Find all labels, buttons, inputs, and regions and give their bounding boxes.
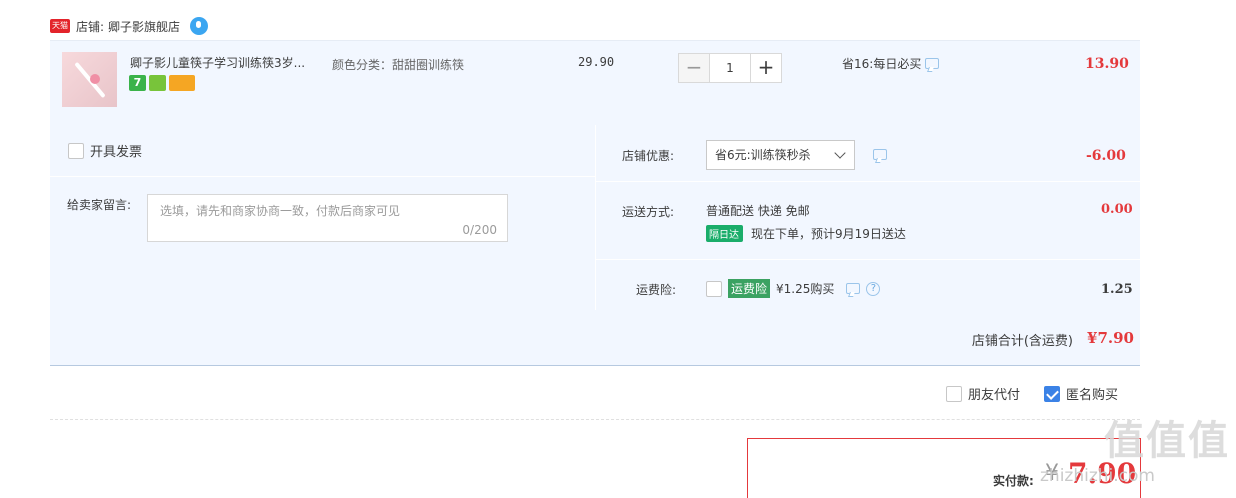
shield-icon	[149, 75, 166, 91]
insurance-option: 运费险 ¥1.25购买 ?	[706, 279, 881, 298]
friend-pay-option[interactable]: 朋友代付	[946, 384, 1020, 403]
quantity-minus-button[interactable]: −	[678, 53, 710, 83]
next-day-badge: 隔日达	[706, 225, 743, 242]
anonymous-checkbox[interactable]	[1044, 385, 1061, 402]
quantity-plus-button[interactable]: +	[750, 53, 782, 83]
insurance-price: ¥1.25购买	[776, 282, 835, 296]
coupon-label: 店铺优惠:	[622, 149, 675, 163]
invoice-label: 开具发票	[90, 145, 143, 160]
anonymous-option[interactable]: 匿名购买	[1044, 384, 1118, 403]
shipping-method: 普通配送 快递 免邮	[706, 204, 810, 218]
order-options-left: 开具发票 给卖家留言: 选填，请先和商家协商一致，付款后商家可见 0/200	[50, 125, 595, 310]
order-options-right: 店铺优惠: 省6元:训练筷秒杀 -6.00 运送方式: 普通配送 快递 免邮 隔…	[596, 125, 1140, 310]
seller-message-input[interactable]: 选填，请先和商家协商一致，付款后商家可见 0/200	[147, 194, 508, 242]
promo-text: 省16:每日必买	[842, 57, 922, 71]
unit-price: 29.90	[578, 55, 615, 69]
message-icon[interactable]	[846, 283, 861, 294]
seller-message-counter: 0/200	[462, 223, 497, 237]
anonymous-label: 匿名购买	[1066, 388, 1119, 403]
subtotal-label: 店铺合计(含运费)	[971, 334, 1073, 349]
chevron-down-icon	[834, 147, 846, 159]
friend-pay-label: 朋友代付	[968, 388, 1021, 403]
card-icon	[169, 75, 195, 91]
seller-message-placeholder: 选填，请先和商家协商一致，付款后商家可见	[160, 204, 401, 218]
seller-message-label: 给卖家留言:	[67, 198, 132, 212]
subtotal-value: ¥7.90	[1087, 329, 1134, 347]
watermark: 值值值	[1104, 418, 1230, 464]
watermark-url: zhizhizhi.com	[1040, 466, 1155, 486]
store-label: 店铺:	[76, 19, 105, 34]
store-name-link[interactable]: 卿子影旗舰店	[108, 18, 180, 35]
item-total: 13.90	[1085, 56, 1129, 72]
product-badges: 7	[129, 75, 195, 91]
divider	[596, 181, 1140, 182]
insurance-checkbox[interactable]	[706, 280, 722, 297]
product-title[interactable]: 卿子影儿童筷子学习训练筷3岁...	[130, 54, 325, 71]
coupon-value: -6.00	[1086, 148, 1126, 164]
message-icon[interactable]	[925, 58, 940, 69]
product-row: 卿子影儿童筷子学习训练筷3岁... 7 颜色分类：甜甜圈训练筷 29.90 − …	[50, 40, 1140, 125]
quantity-stepper: − 1 +	[678, 53, 782, 83]
friend-pay-checkbox[interactable]	[946, 385, 962, 402]
delivery-estimate: 隔日达 现在下单，预计9月19日送达	[706, 225, 906, 242]
invoice-option[interactable]: 开具发票	[68, 141, 142, 160]
shipping-value: 0.00	[1101, 202, 1133, 217]
store-header: 天猫 店铺: 卿子影旗舰店	[50, 14, 209, 38]
message-icon[interactable]	[873, 149, 887, 160]
store-subtotal: 店铺合计(含运费) ¥7.90	[50, 310, 1140, 366]
divider	[596, 259, 1140, 260]
pay-label: 实付款:	[993, 474, 1034, 488]
divider	[50, 176, 595, 177]
divider	[50, 419, 1140, 420]
product-thumbnail[interactable]	[62, 52, 117, 107]
coupon-selected: 省6元:训练筷秒杀	[715, 148, 811, 162]
help-icon[interactable]: ?	[866, 281, 881, 296]
chat-icon[interactable]	[190, 17, 209, 35]
tmall-logo: 天猫	[50, 19, 70, 33]
delivery-eta: 现在下单，预计9月19日送达	[751, 227, 906, 241]
promo-info: 省16:每日必买	[842, 55, 940, 72]
shipping-label: 运送方式:	[622, 205, 675, 219]
coupon-select[interactable]: 省6元:训练筷秒杀	[706, 140, 855, 170]
payment-options: 朋友代付 匿名购买	[946, 384, 1118, 403]
invoice-checkbox[interactable]	[68, 142, 84, 159]
seven-day-return-icon: 7	[129, 75, 146, 91]
quantity-input[interactable]: 1	[710, 53, 750, 83]
product-sku: 颜色分类：甜甜圈训练筷	[332, 58, 465, 72]
insurance-tag: 运费险	[728, 279, 771, 298]
insurance-value: 1.25	[1101, 282, 1133, 297]
insurance-label: 运费险:	[636, 283, 677, 297]
